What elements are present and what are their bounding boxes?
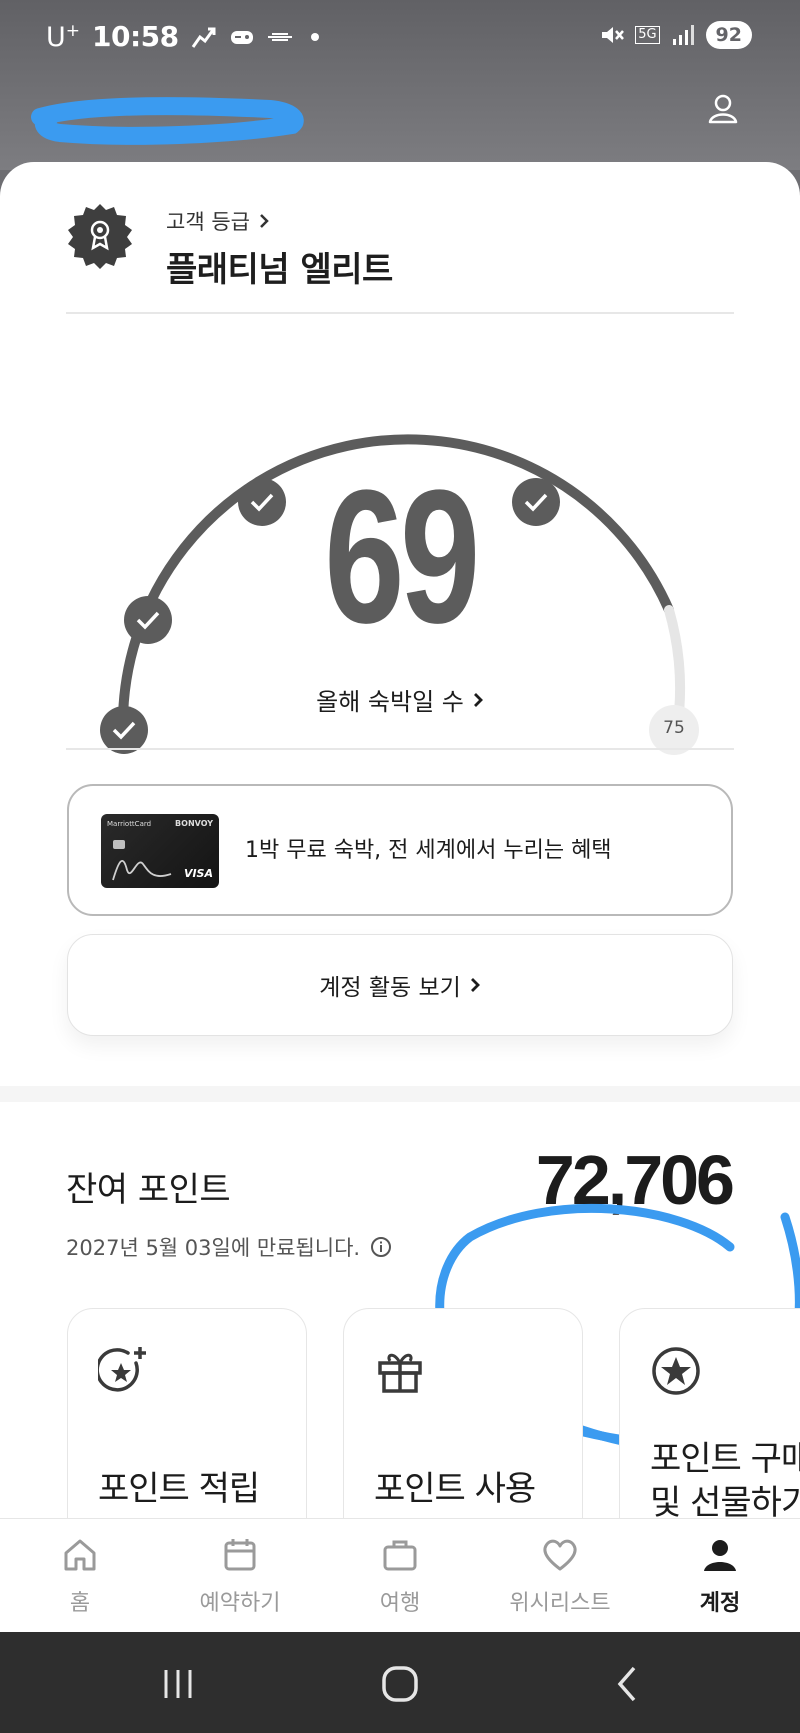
back-icon[interactable] — [606, 1662, 650, 1706]
home-icon — [64, 1539, 96, 1571]
calendar-icon — [224, 1539, 256, 1571]
header-area: U+ 10:58 5G 92 — [0, 0, 800, 170]
nights-link-label: 올해 숙박일 수 — [316, 688, 464, 716]
heart-icon — [543, 1539, 577, 1571]
card-brand-text: BONVOY — [175, 819, 213, 828]
status-bar: U+ 10:58 5G 92 — [0, 18, 800, 58]
tier-badge-icon — [68, 204, 132, 269]
credit-card-banner[interactable]: MarriottCard BONVOY VISA 1박 무료 숙박, 전 세계에… — [67, 784, 733, 916]
points-expiry: 2027년 5월 03일에 만료됩니다. — [66, 1232, 392, 1262]
nav-label-book: 예약하기 — [199, 1591, 281, 1616]
stock-chart-icon — [191, 27, 216, 48]
home-button-icon[interactable] — [378, 1662, 422, 1706]
card-network-text: VISA — [183, 867, 213, 880]
status-time: 10:58 — [92, 20, 179, 53]
divider — [66, 748, 734, 750]
nights-link[interactable]: 올해 숙박일 수 — [0, 682, 800, 717]
redeem-points-label: 포인트 사용 — [374, 1469, 536, 1509]
nav-item-wishlist[interactable]: 위시리스트 — [480, 1519, 640, 1632]
battery-level: 92 — [705, 21, 752, 49]
redaction-scribble — [31, 97, 304, 145]
carrier-label: U+ — [46, 20, 81, 53]
buy-gift-points-tile[interactable]: 포인트 구매 및 선물하기 — [619, 1308, 800, 1522]
account-activity-button[interactable]: 계정 활동 보기 — [67, 934, 733, 1036]
nav-label-account: 계정 — [699, 1591, 741, 1616]
redeem-points-tile[interactable]: 포인트 사용 — [343, 1308, 583, 1522]
points-title: 잔여 포인트 — [66, 1170, 231, 1210]
card-signature-graphic — [112, 859, 172, 881]
nav-label-home: 홈 — [69, 1591, 91, 1616]
star-badge-icon — [652, 1347, 700, 1395]
tier-section[interactable]: 고객 등급 플래티넘 엘리트 — [66, 202, 736, 290]
earn-points-tile[interactable]: 포인트 적립 — [67, 1308, 307, 1522]
info-icon[interactable] — [370, 1236, 392, 1258]
mute-icon — [602, 27, 625, 43]
nights-count: 69 — [324, 451, 480, 663]
earn-points-label: 포인트 적립 — [98, 1469, 260, 1509]
star-plus-icon — [98, 1347, 146, 1392]
buy-gift-points-label-line1: 포인트 구매 — [650, 1439, 800, 1479]
nav-item-trips[interactable]: 여행 — [320, 1519, 480, 1632]
recent-apps-icon[interactable] — [156, 1662, 200, 1706]
system-navigation-bar — [0, 1632, 800, 1733]
bottom-nav: 홈 예약하기 여행 위시리스트 계정 — [0, 1518, 800, 1632]
account-activity-label: 계정 활동 보기 — [319, 975, 461, 1001]
main-content: 고객 등급 플래티넘 엘리트 69 75 올해 숙박일 수 MarriottCa… — [0, 162, 800, 1522]
car-brand-icon — [267, 32, 292, 41]
buy-gift-points-label: 포인트 구매 및 선물하기 — [650, 1437, 800, 1522]
card-chip — [113, 840, 125, 849]
card-banner-text: 1박 무료 숙박, 전 세계에서 누리는 혜택 — [245, 838, 612, 863]
gift-icon — [378, 1353, 422, 1393]
nav-label-trips: 여행 — [379, 1591, 421, 1616]
notification-dot — [310, 32, 319, 41]
divider — [66, 312, 734, 314]
game-controller-icon — [230, 30, 253, 44]
nav-label-wishlist: 위시리스트 — [509, 1591, 611, 1616]
tier-name: 플래티넘 엘리트 — [166, 250, 393, 290]
card-small-text: MarriottCard — [107, 820, 152, 828]
nav-item-home[interactable]: 홈 — [0, 1519, 160, 1632]
nav-item-book[interactable]: 예약하기 — [160, 1519, 320, 1632]
chevron-right-icon — [470, 978, 480, 992]
person-icon — [704, 1540, 736, 1571]
suitcase-icon — [383, 1540, 417, 1571]
profile-icon[interactable] — [704, 90, 742, 128]
network-type: 5G — [635, 26, 660, 44]
credit-card-image: MarriottCard BONVOY VISA — [101, 814, 219, 888]
tier-label: 고객 등급 — [166, 206, 270, 236]
section-divider — [0, 1086, 800, 1102]
signal-icon — [672, 25, 694, 45]
nav-item-account[interactable]: 계정 — [640, 1519, 800, 1632]
chevron-right-icon — [473, 692, 483, 707]
chevron-right-icon — [260, 214, 269, 228]
buy-gift-points-label-line2: 및 선물하기 — [650, 1483, 800, 1522]
points-expiry-text: 2027년 5월 03일에 만료됩니다. — [66, 1236, 361, 1260]
goal-label: 75 — [663, 718, 685, 738]
